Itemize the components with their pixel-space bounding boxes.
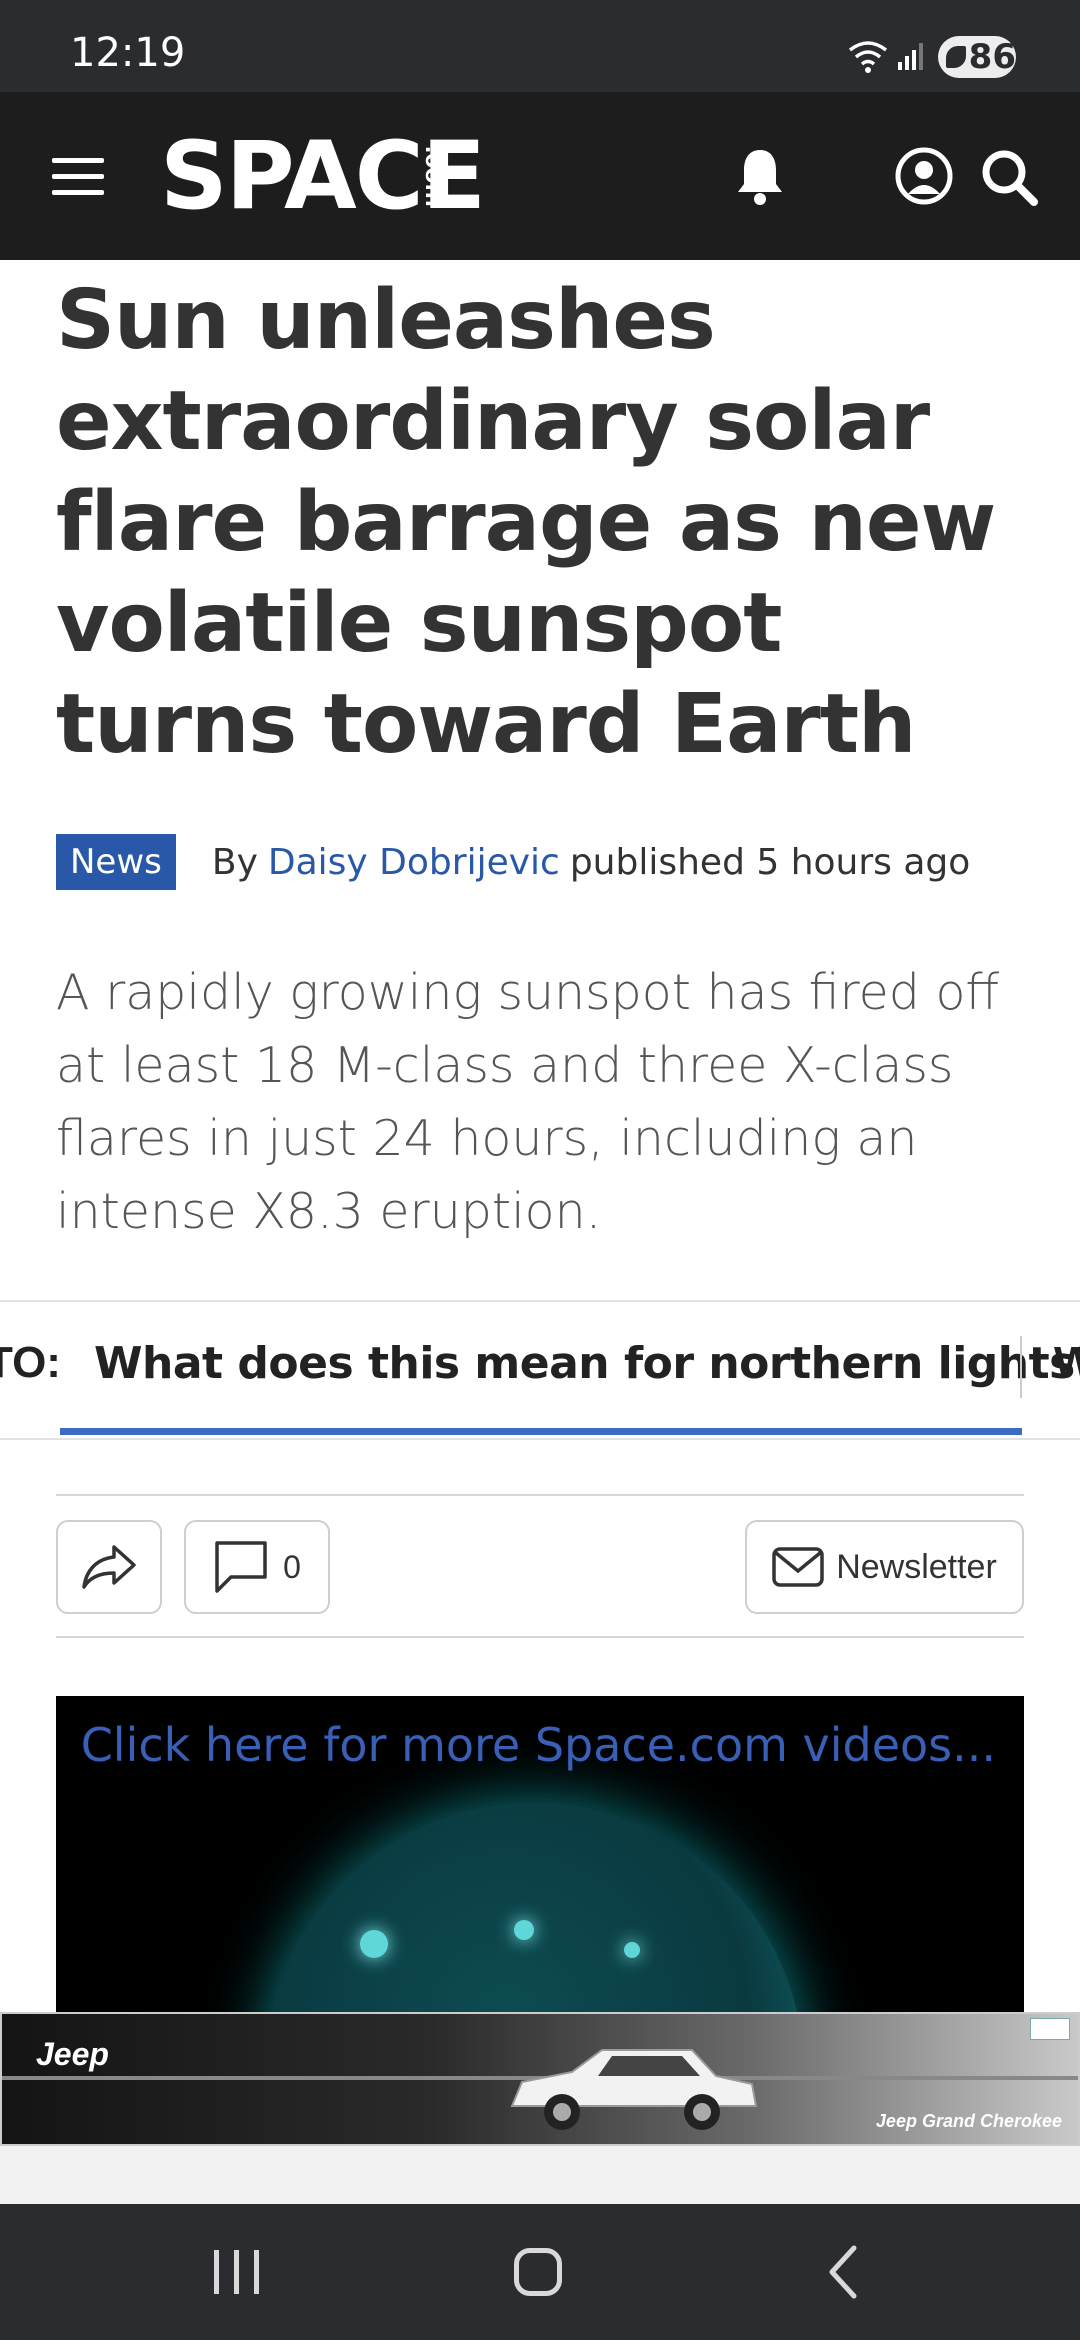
- video-player[interactable]: Click here for more Space.com videos...: [56, 1696, 1024, 2016]
- ad-caption: Jeep Grand Cherokee: [875, 2111, 1062, 2131]
- byline: News By Daisy Dobrijevic published 5 hou…: [56, 830, 970, 894]
- jump-to-bar: TO: What does this mean for northern lig…: [0, 1300, 1080, 1440]
- sunspot: [514, 1920, 534, 1940]
- advertisement-banner[interactable]: Jeep Jeep Grand Cherokee: [0, 2012, 1080, 2146]
- site-logo-suffix: .com: [420, 146, 450, 207]
- jump-to-separator: [1020, 1336, 1022, 1398]
- sunspot: [624, 1942, 640, 1958]
- status-time: 12:19: [70, 30, 186, 76]
- category-badge[interactable]: News: [56, 834, 176, 890]
- jump-to-next-link[interactable]: W: [1054, 1338, 1080, 1388]
- published-time: published 5 hours ago: [569, 841, 971, 883]
- status-bar: 12:19 86: [0, 0, 1080, 92]
- bell-icon[interactable]: [732, 144, 788, 208]
- menu-icon[interactable]: [52, 158, 104, 196]
- recents-button[interactable]: [214, 2250, 260, 2294]
- comment-count: 0: [283, 1548, 301, 1585]
- more-videos-link[interactable]: Click here for more Space.com videos...: [81, 1718, 996, 1772]
- comment-icon: [215, 1541, 267, 1593]
- byline-by: By: [211, 841, 258, 883]
- page-bottom-strip: [0, 2146, 1080, 2204]
- ad-brand: Jeep: [36, 2036, 109, 2072]
- back-button[interactable]: [822, 2244, 866, 2300]
- comments-button[interactable]: 0: [184, 1520, 330, 1614]
- jump-to-current-link[interactable]: What does this mean for northern lights?: [94, 1338, 1080, 1389]
- home-button[interactable]: [514, 2248, 562, 2296]
- battery-indicator: 86: [938, 36, 1016, 78]
- newsletter-button[interactable]: Newsletter: [745, 1520, 1024, 1614]
- system-nav-bar: [0, 2204, 1080, 2340]
- battery-saver-icon: [946, 46, 966, 68]
- ad-choices-icon[interactable]: [1030, 2018, 1070, 2040]
- video-thumbnail-sun: [264, 1802, 804, 2016]
- mail-icon: [772, 1547, 824, 1587]
- divider: [56, 1636, 1024, 1638]
- newsletter-label: Newsletter: [836, 1547, 997, 1586]
- wifi-icon: [848, 41, 888, 73]
- author-link[interactable]: Daisy Dobrijevic: [268, 842, 560, 883]
- jump-to-active-underline: [60, 1428, 1022, 1435]
- site-header: SPACE .com: [0, 92, 1080, 260]
- search-icon[interactable]: [978, 146, 1040, 208]
- car-image: [510, 2049, 758, 2130]
- battery-level: 86: [968, 37, 1016, 77]
- article-lede: A rapidly growing sunspot has fired off …: [56, 964, 1000, 1240]
- divider: [56, 1494, 1024, 1496]
- jump-to-label: TO:: [0, 1338, 61, 1387]
- share-icon: [82, 1545, 136, 1589]
- sunspot: [360, 1930, 388, 1958]
- share-button[interactable]: [56, 1520, 162, 1614]
- article-headline: Sun unleashes extraordinary solar flare …: [56, 273, 996, 772]
- signal-icon: [898, 43, 923, 70]
- account-icon[interactable]: [894, 146, 954, 206]
